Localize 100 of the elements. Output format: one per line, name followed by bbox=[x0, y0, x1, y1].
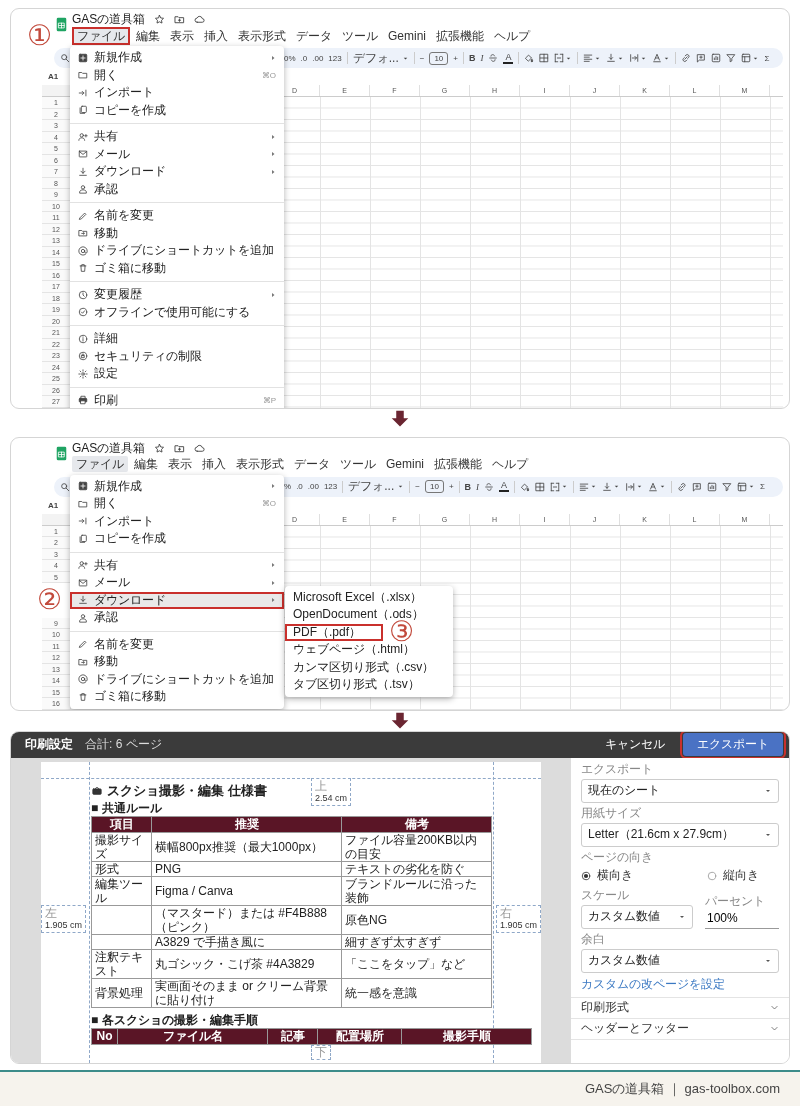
menu-bar-item[interactable]: ヘルプ bbox=[488, 456, 532, 472]
strikethrough-icon[interactable] bbox=[488, 53, 499, 63]
text-wrap-icon[interactable] bbox=[625, 481, 636, 492]
menu-bar-item[interactable]: データ bbox=[292, 27, 336, 44]
menu-item[interactable]: 承認 bbox=[70, 180, 284, 198]
text-color-button[interactable]: A bbox=[503, 52, 514, 64]
comment-icon[interactable] bbox=[692, 481, 703, 492]
folder-icon[interactable] bbox=[174, 14, 186, 25]
number-format-button[interactable]: 123 bbox=[323, 482, 338, 491]
radio-button[interactable] bbox=[581, 870, 591, 881]
menu-item[interactable]: 名前を変更 bbox=[70, 207, 284, 225]
merge-icon[interactable] bbox=[550, 481, 561, 492]
comment-icon[interactable] bbox=[696, 53, 707, 63]
merge-icon[interactable] bbox=[554, 53, 565, 63]
decrease-font-size-button[interactable]: − bbox=[415, 482, 420, 491]
menu-item[interactable]: 印刷 ⌘P bbox=[70, 391, 284, 408]
italic-button[interactable]: I bbox=[480, 53, 484, 63]
menu-bar-item[interactable]: Gemini bbox=[382, 456, 428, 472]
decrease-decimals-button[interactable]: .0 bbox=[300, 53, 308, 63]
submenu-item[interactable]: カンマ区切り形式（.csv） bbox=[285, 658, 443, 676]
menu-bar-item[interactable]: 表示 bbox=[164, 456, 196, 472]
menu-bar-item[interactable]: Gemini bbox=[384, 27, 430, 44]
section-header[interactable]: 印刷形式 bbox=[571, 997, 789, 1019]
menu-bar-item[interactable]: 挿入 bbox=[200, 27, 232, 44]
menu-item[interactable]: ダウンロード bbox=[70, 163, 284, 181]
menu-bar-item[interactable]: データ bbox=[290, 456, 334, 472]
menu-item[interactable]: セキュリティの制限 bbox=[70, 347, 284, 365]
menu-bar-item[interactable]: 表示形式 bbox=[234, 27, 290, 44]
table-icon[interactable] bbox=[737, 481, 748, 492]
align-left-icon[interactable] bbox=[579, 481, 590, 492]
menu-item[interactable]: 共有 bbox=[70, 128, 284, 146]
cloud-icon[interactable] bbox=[194, 442, 206, 454]
menu-item[interactable]: 新規作成 bbox=[70, 477, 284, 495]
menu-item[interactable]: メール bbox=[70, 145, 284, 163]
menu-item[interactable]: ゴミ箱に移動 bbox=[70, 259, 284, 277]
borders-icon[interactable] bbox=[535, 481, 546, 492]
menu-item[interactable]: 共有 bbox=[70, 556, 284, 574]
text-rotation-icon[interactable] bbox=[652, 53, 663, 63]
text-color-button[interactable]: A bbox=[499, 481, 510, 492]
menu-item[interactable]: 新規作成 bbox=[70, 49, 284, 67]
cloud-icon[interactable] bbox=[194, 14, 206, 25]
spreadsheet-icon[interactable] bbox=[56, 445, 67, 461]
cancel-button[interactable]: キャンセル bbox=[599, 733, 671, 756]
submenu-item[interactable]: Microsoft Excel（.xlsx） bbox=[285, 588, 431, 606]
menu-item[interactable]: ドライブにショートカットを追加 bbox=[70, 670, 284, 688]
filter-icon[interactable] bbox=[722, 481, 733, 492]
menu-item[interactable]: コピーを作成 bbox=[70, 530, 284, 548]
menu-item[interactable]: 詳細 bbox=[70, 330, 284, 348]
bold-button[interactable]: B bbox=[469, 53, 476, 63]
menu-bar-item[interactable]: 拡張機能 bbox=[432, 27, 488, 44]
italic-button[interactable]: I bbox=[476, 481, 480, 492]
increase-decimals-button[interactable]: .00 bbox=[307, 482, 319, 491]
menu-bar-item[interactable]: ヘルプ bbox=[490, 27, 534, 44]
menu-bar-item[interactable]: 表示形式 bbox=[232, 456, 288, 472]
decrease-decimals-button[interactable]: .0 bbox=[296, 482, 303, 491]
menu-bar-item[interactable]: 編集 bbox=[130, 456, 162, 472]
menu-item[interactable]: 移動 bbox=[70, 224, 284, 242]
percent-format-button[interactable]: 0% bbox=[284, 53, 296, 63]
paint-bucket-icon[interactable] bbox=[520, 481, 531, 492]
menu-bar-item[interactable]: 表示 bbox=[166, 27, 198, 44]
export-button[interactable]: エクスポート bbox=[683, 733, 783, 756]
menu-item[interactable]: ゴミ箱に移動 bbox=[70, 688, 284, 706]
menu-bar-item[interactable]: 編集 bbox=[132, 27, 164, 44]
number-format-button[interactable]: 123 bbox=[328, 53, 342, 63]
sum-button[interactable]: Σ bbox=[760, 482, 765, 491]
menu-item[interactable]: 名前を変更 bbox=[70, 635, 284, 653]
menu-item[interactable]: 変更履歴 bbox=[70, 286, 284, 304]
name-box[interactable]: A1 bbox=[42, 72, 59, 81]
menu-item[interactable]: 開く ⌘O bbox=[70, 66, 284, 84]
chart-icon[interactable] bbox=[707, 481, 718, 492]
menu-item[interactable]: オフラインで使用可能にする bbox=[70, 303, 284, 321]
menu-bar-item[interactable]: 挿入 bbox=[198, 456, 230, 472]
menu-item[interactable]: ドライブにショートカットを追加 bbox=[70, 242, 284, 260]
increase-font-size-button[interactable]: + bbox=[448, 482, 454, 491]
margins-select[interactable]: カスタム数値 bbox=[581, 948, 779, 973]
font-select[interactable]: デフォ... bbox=[348, 478, 405, 495]
menu-item[interactable]: 設定 bbox=[70, 365, 284, 383]
link-icon[interactable] bbox=[681, 53, 692, 63]
percent-field[interactable]: 100% bbox=[705, 907, 779, 929]
text-wrap-icon[interactable] bbox=[629, 53, 640, 63]
menu-item[interactable]: 承認 bbox=[70, 609, 284, 627]
page-break-link[interactable]: カスタムの改ページを設定 bbox=[581, 975, 779, 992]
folder-icon[interactable] bbox=[174, 442, 186, 454]
font-size-field[interactable]: 10 bbox=[429, 51, 449, 65]
borders-icon[interactable] bbox=[539, 53, 550, 63]
search-icon[interactable] bbox=[60, 481, 70, 492]
align-left-icon[interactable] bbox=[583, 53, 594, 63]
radio-button[interactable] bbox=[707, 870, 717, 881]
menu-bar-item[interactable]: ファイル bbox=[72, 456, 128, 472]
paint-bucket-icon[interactable] bbox=[524, 53, 535, 63]
chart-icon[interactable] bbox=[711, 53, 722, 63]
increase-decimals-button[interactable]: .00 bbox=[312, 53, 324, 63]
menu-bar-item[interactable]: ファイル bbox=[72, 26, 130, 45]
strikethrough-icon[interactable] bbox=[484, 481, 495, 492]
menu-item[interactable]: 開く ⌘O bbox=[70, 495, 284, 513]
name-box[interactable]: A1 bbox=[42, 500, 59, 510]
table-icon[interactable] bbox=[741, 53, 752, 63]
menu-item[interactable]: ダウンロード bbox=[70, 591, 284, 609]
submenu-item[interactable]: タブ区切り形式（.tsv） bbox=[285, 676, 428, 694]
submenu-item[interactable]: PDF（.pdf） bbox=[285, 623, 383, 641]
